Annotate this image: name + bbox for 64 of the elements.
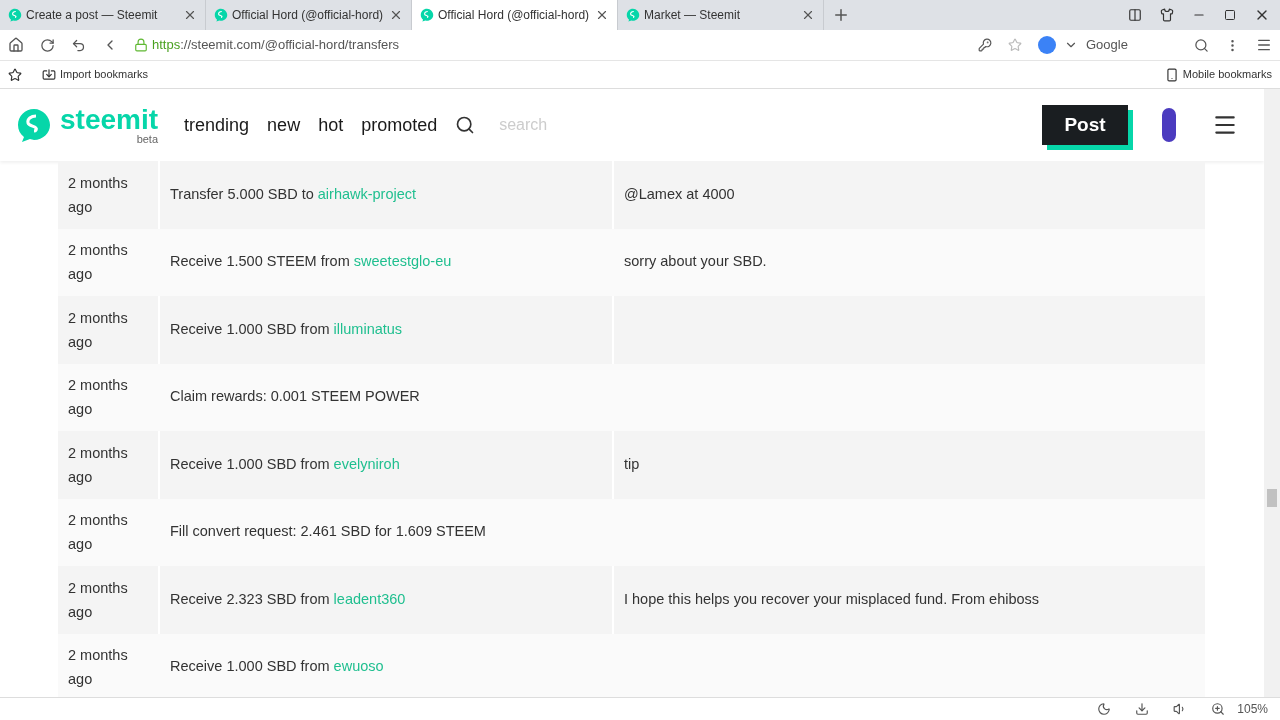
tab-title: Official Hord (@official-hord): [232, 7, 385, 24]
date-cell-text: 2 months ago: [68, 308, 129, 352]
zoom-level[interactable]: 105%: [1237, 700, 1268, 718]
transfer-description: Transfer 5.000 SBD to airhawk-project: [170, 184, 417, 204]
tab-title: Market — Steemit: [644, 7, 742, 24]
tab-title: Official Hord (@official-hord): [438, 7, 591, 24]
transfer-description: Receive 1.000 SBD from ewuoso: [170, 657, 384, 677]
memo-cell-text: tip: [624, 454, 640, 474]
nav-link[interactable]: promoted: [361, 111, 438, 139]
lock-icon: [134, 38, 148, 52]
restore-icon[interactable]: [1224, 9, 1236, 21]
transfer-description: Claim rewards: 0.001 STEEM POWER: [170, 387, 420, 407]
logo-icon: [626, 8, 640, 22]
bookmark-link[interactable]: Import bookmarks: [60, 66, 149, 83]
reload-icon[interactable]: [40, 37, 55, 53]
star-icon[interactable]: [1008, 38, 1022, 52]
shirt-icon[interactable]: [1160, 8, 1174, 22]
date-cell-text: 2 months ago: [68, 443, 129, 487]
home-icon[interactable]: [8, 37, 24, 53]
nav-link[interactable]: trending: [184, 111, 250, 139]
address-field[interactable]: https://steemit.com/@official-hord/transfers: [152, 35, 400, 55]
date-cell-text: 2 months ago: [68, 511, 129, 555]
date-cell-text: 2 months ago: [68, 646, 129, 690]
memo-cell-text: @Lamex at 4000: [624, 184, 735, 204]
logo-icon: [420, 8, 434, 22]
date-cell-text: 2 months ago: [68, 578, 129, 622]
search-icon[interactable]: [1194, 37, 1209, 53]
transfer-description: Receive 2.323 SBD from leadent360: [170, 589, 406, 609]
search-engine-icon[interactable]: [1038, 36, 1056, 54]
menu-icon[interactable]: [1256, 37, 1272, 53]
import-icon[interactable]: [42, 67, 56, 82]
search-icon[interactable]: [455, 115, 476, 135]
date-cell-text: 2 months ago: [68, 241, 129, 285]
phone-icon[interactable]: [1164, 67, 1179, 82]
date-cell-text: 2 months ago: [68, 376, 129, 420]
beta-label: beta: [136, 133, 159, 145]
browser-tab[interactable]: Official Hord (@official-hord): [412, 0, 618, 30]
undo-icon[interactable]: [71, 37, 86, 53]
tab-title: Create a post — Steemit: [26, 7, 159, 24]
search-engine-field[interactable]: Google: [1086, 35, 1128, 55]
star-icon[interactable]: [8, 67, 22, 82]
bookmark-link[interactable]: Mobile bookmarks: [1182, 66, 1272, 83]
logo-icon: [214, 8, 228, 22]
memo-cell-text: sorry about your SBD.: [624, 252, 767, 272]
transfer-description: Receive 1.000 SBD from illuminatus: [170, 319, 403, 339]
new-tab-icon[interactable]: [832, 6, 850, 24]
moon-icon[interactable]: [1097, 702, 1112, 716]
date-cell-text: 2 months ago: [68, 173, 129, 217]
close-icon[interactable]: [389, 8, 403, 22]
close-icon[interactable]: [801, 8, 815, 22]
key-icon[interactable]: [978, 38, 992, 52]
logo-icon: [8, 8, 22, 22]
panel-icon[interactable]: [1128, 8, 1142, 22]
memo-cell-text: I hope this helps you recover your misplaced fund. From ehiboss: [624, 589, 1040, 609]
transfer-description: Receive 1.000 SBD from evelyniroh: [170, 454, 400, 474]
download-icon[interactable]: [1135, 702, 1150, 716]
transfer-description: Receive 1.500 STEEM from sweetestglo-eu: [170, 252, 452, 272]
transfer-description: Fill convert request: 2.461 SBD for 1.609 STEEM: [170, 522, 486, 542]
nav-link[interactable]: hot: [318, 111, 344, 139]
logo-icon: [16, 107, 52, 143]
zoom-icon[interactable]: [1211, 702, 1226, 716]
close-icon[interactable]: [183, 8, 197, 22]
close-icon[interactable]: [595, 8, 609, 22]
nav-link[interactable]: new: [267, 111, 301, 139]
